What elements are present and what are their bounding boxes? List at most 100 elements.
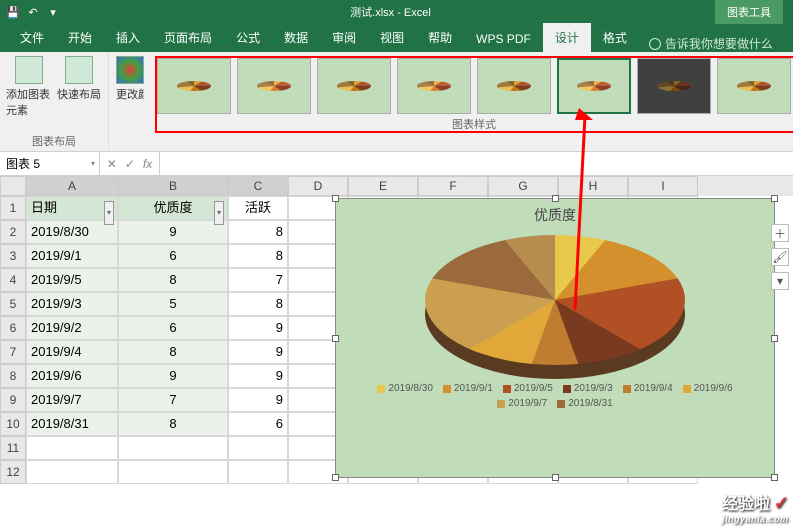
cell[interactable]	[228, 436, 288, 460]
cell[interactable]: 日期	[26, 196, 118, 220]
tab-view[interactable]: 视图	[368, 23, 416, 52]
resize-handle-bl[interactable]	[332, 474, 339, 481]
col-header-E[interactable]: E	[348, 176, 418, 196]
chart-style-6[interactable]	[557, 58, 631, 114]
row-header-5[interactable]: 5	[0, 292, 26, 316]
change-colors-button[interactable]: 更改颜色	[115, 56, 145, 102]
quick-layout-button[interactable]: 快速布局	[56, 56, 102, 118]
cell[interactable]: 6	[118, 244, 228, 268]
row-header-6[interactable]: 6	[0, 316, 26, 340]
name-box[interactable]: 图表 5	[0, 152, 100, 175]
col-header-C[interactable]: C	[228, 176, 288, 196]
legend-item[interactable]: 2019/9/4	[623, 383, 673, 394]
fx-cancel-icon[interactable]: ✕	[107, 157, 117, 171]
col-header-D[interactable]: D	[288, 176, 348, 196]
resize-handle-tl[interactable]	[332, 195, 339, 202]
chart-style-7[interactable]	[637, 58, 711, 114]
resize-handle-ml[interactable]	[332, 335, 339, 342]
cell[interactable]: 8	[228, 292, 288, 316]
fx-confirm-icon[interactable]: ✓	[125, 157, 135, 171]
cell[interactable]	[118, 436, 228, 460]
tab-insert[interactable]: 插入	[104, 23, 152, 52]
legend-item[interactable]: 2019/9/7	[497, 398, 547, 409]
legend-item[interactable]: 2019/8/30	[377, 383, 433, 394]
add-chart-element-button[interactable]: 添加图表元素	[6, 56, 52, 118]
chart-style-4[interactable]	[397, 58, 471, 114]
tab-file[interactable]: 文件	[8, 23, 56, 52]
row-header-7[interactable]: 7	[0, 340, 26, 364]
row-header-10[interactable]: 10	[0, 412, 26, 436]
cell[interactable]: 优质度	[118, 196, 228, 220]
tab-design[interactable]: 设计	[543, 23, 591, 52]
col-header-F[interactable]: F	[418, 176, 488, 196]
tab-wps-pdf[interactable]: WPS PDF	[464, 26, 543, 52]
cell[interactable]: 5	[118, 292, 228, 316]
resize-handle-mr[interactable]	[771, 335, 778, 342]
tab-page-layout[interactable]: 页面布局	[152, 23, 224, 52]
cell[interactable]: 9	[118, 220, 228, 244]
cell[interactable]: 9	[228, 316, 288, 340]
tab-review[interactable]: 审阅	[320, 23, 368, 52]
col-header-H[interactable]: H	[558, 176, 628, 196]
embedded-chart[interactable]: 优质度 2019/8/302019/9/12019/9/52019/9/3201…	[335, 198, 775, 478]
row-header-9[interactable]: 9	[0, 388, 26, 412]
cell[interactable]: 7	[118, 388, 228, 412]
col-header-B[interactable]: B	[118, 176, 228, 196]
resize-handle-br[interactable]	[771, 474, 778, 481]
row-header-12[interactable]: 12	[0, 460, 26, 484]
cell[interactable]: 8	[118, 412, 228, 436]
cell[interactable]: 8	[118, 340, 228, 364]
cell[interactable]	[228, 460, 288, 484]
cell[interactable]: 8	[228, 220, 288, 244]
legend-item[interactable]: 2019/9/1	[443, 383, 493, 394]
chart-title[interactable]: 优质度	[336, 199, 774, 227]
cell[interactable]	[26, 436, 118, 460]
row-header-1[interactable]: 1	[0, 196, 26, 220]
legend-item[interactable]: 2019/9/3	[563, 383, 613, 394]
chart-style-5[interactable]	[477, 58, 551, 114]
cell[interactable]: 2019/9/6	[26, 364, 118, 388]
resize-handle-bm[interactable]	[552, 474, 559, 481]
chart-elements-button[interactable]: ＋	[771, 224, 789, 242]
chart-styles-button[interactable]: 🖌	[771, 248, 789, 266]
undo-icon[interactable]: ↶	[26, 5, 40, 19]
resize-handle-tm[interactable]	[552, 195, 559, 202]
cell[interactable]	[26, 460, 118, 484]
tab-format[interactable]: 格式	[591, 23, 639, 52]
cell[interactable]: 6	[228, 412, 288, 436]
legend-item[interactable]: 2019/8/31	[557, 398, 613, 409]
resize-handle-tr[interactable]	[771, 195, 778, 202]
chart-style-8[interactable]	[717, 58, 791, 114]
tab-help[interactable]: 帮助	[416, 23, 464, 52]
legend-item[interactable]: 2019/9/5	[503, 383, 553, 394]
cell[interactable]: 2019/9/5	[26, 268, 118, 292]
cell[interactable]: 9	[228, 340, 288, 364]
row-header-2[interactable]: 2	[0, 220, 26, 244]
row-header-4[interactable]: 4	[0, 268, 26, 292]
tab-home[interactable]: 开始	[56, 23, 104, 52]
col-header-I[interactable]: I	[628, 176, 698, 196]
cell[interactable]: 2019/9/1	[26, 244, 118, 268]
pie-chart-3d[interactable]	[425, 235, 685, 375]
chart-style-2[interactable]	[237, 58, 311, 114]
cell[interactable]	[118, 460, 228, 484]
cell[interactable]: 9	[228, 364, 288, 388]
qat-dropdown-icon[interactable]: ▾	[46, 5, 60, 19]
save-icon[interactable]: 💾	[6, 5, 20, 19]
tab-formulas[interactable]: 公式	[224, 23, 272, 52]
chart-legend[interactable]: 2019/8/30 2019/9/1 2019/9/5 2019/9/3 2019/9/…	[336, 375, 774, 413]
cell[interactable]: 8	[118, 268, 228, 292]
cell[interactable]: 9	[228, 388, 288, 412]
cell[interactable]: 8	[228, 244, 288, 268]
cell[interactable]: 2019/8/31	[26, 412, 118, 436]
row-header-3[interactable]: 3	[0, 244, 26, 268]
fx-icon[interactable]: fx	[143, 157, 152, 171]
chart-filter-button[interactable]: ▾	[771, 272, 789, 290]
cell[interactable]: 9	[118, 364, 228, 388]
cell[interactable]: 2019/9/7	[26, 388, 118, 412]
cell[interactable]: 2019/9/4	[26, 340, 118, 364]
cell[interactable]: 2019/9/3	[26, 292, 118, 316]
legend-item[interactable]: 2019/9/6	[683, 383, 733, 394]
chart-style-1[interactable]	[157, 58, 231, 114]
tell-me-search[interactable]: 告诉我你想要做什么	[649, 35, 773, 52]
